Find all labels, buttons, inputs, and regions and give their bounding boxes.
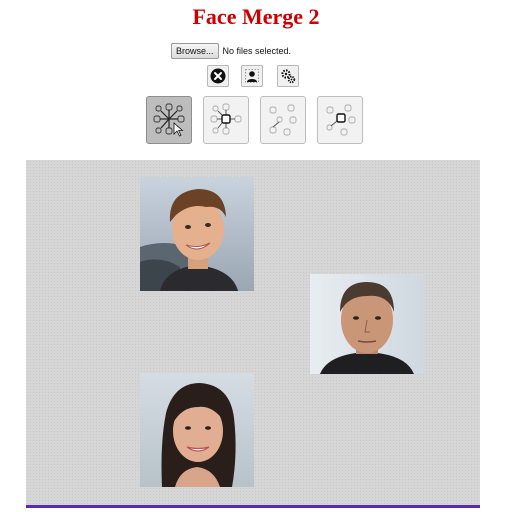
mode-star[interactable] [146,96,192,144]
star-graph-icon [153,103,185,137]
person-icon [245,69,259,83]
browse-button[interactable]: Browse... [171,43,219,59]
progress-bar [26,505,480,508]
photo-icon [140,177,254,291]
photo-icon [140,373,254,487]
progress-fill [26,505,480,508]
mode-center-square[interactable] [203,96,249,144]
add-face-button[interactable] [241,65,263,87]
gears-icon [281,69,296,84]
square-link-graph-icon [326,104,356,136]
file-picker: Browse... No files selected. [171,43,291,59]
settings-button[interactable] [277,65,299,87]
close-circle-icon [210,68,226,84]
file-status: No files selected. [222,46,292,56]
face-middle-aged-man[interactable] [310,274,424,374]
center-square-graph-icon [210,103,242,135]
diagonal-graph-icon [269,104,297,136]
face-young-man[interactable] [140,177,254,291]
app-title: Face Merge 2 [192,4,320,29]
merge-canvas[interactable] [26,160,480,505]
clear-button[interactable] [207,65,229,87]
face-woman[interactable] [140,373,254,487]
photo-icon [310,274,424,374]
mode-diagonal[interactable] [260,96,306,144]
mode-square-link[interactable] [317,96,363,144]
